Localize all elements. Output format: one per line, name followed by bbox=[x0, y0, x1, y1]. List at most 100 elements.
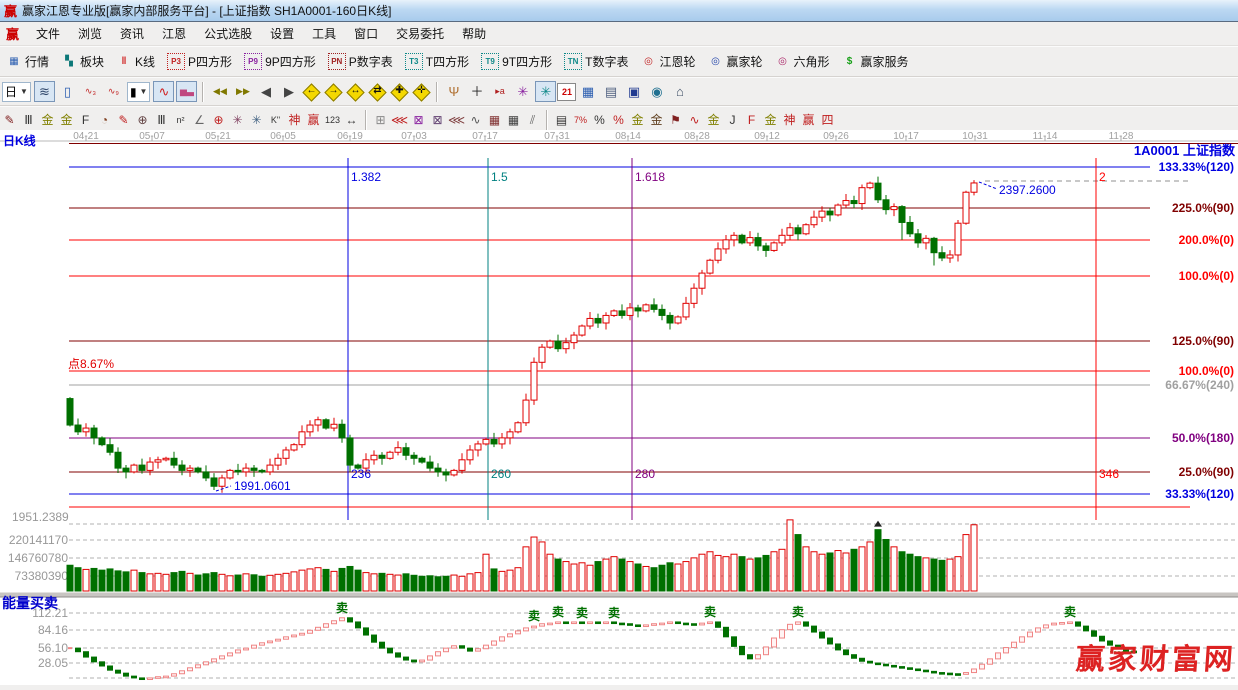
zoom-in-button[interactable]: ✛ bbox=[411, 82, 431, 102]
ray-box-tool[interactable]: ⊠ bbox=[410, 111, 428, 130]
box-grid-tool[interactable]: ⊞ bbox=[372, 111, 390, 130]
spiral-tool[interactable]: ◔ bbox=[96, 111, 114, 130]
menu-item-5[interactable]: 设置 bbox=[261, 25, 303, 43]
fan-rays-tool[interactable]: ⋘ bbox=[391, 111, 409, 130]
angle-tool[interactable]: ∠ bbox=[191, 111, 209, 130]
zigzag-icon[interactable]: ∿ bbox=[153, 81, 174, 102]
f-angle-tool[interactable]: F bbox=[743, 111, 761, 130]
compass-tool[interactable]: ⊕ bbox=[210, 111, 228, 130]
menu-item-8[interactable]: 交易委托 bbox=[387, 25, 453, 43]
scroll-left-button[interactable]: ← bbox=[301, 82, 321, 102]
candle-style-dropdown[interactable]: ▮▼ bbox=[127, 82, 151, 102]
notes-button[interactable]: ▤ bbox=[600, 81, 621, 102]
export-button[interactable]: ◉ bbox=[646, 81, 667, 102]
percent-tool[interactable]: % bbox=[591, 111, 609, 130]
calculator-button[interactable]: ▦ bbox=[577, 81, 598, 102]
toolbar-button-p-number-table[interactable]: PNP数字表 bbox=[322, 50, 399, 74]
toolbar-button-p-square[interactable]: P3P四方形 bbox=[161, 50, 238, 74]
web-tool[interactable]: ✳ bbox=[248, 111, 266, 130]
time-grid-tool[interactable]: Ⅲ bbox=[20, 111, 38, 130]
wave9-icon[interactable]: ∿₉ bbox=[103, 81, 124, 102]
gold-angle-tool[interactable]: 金 bbox=[762, 111, 780, 130]
hand-tool[interactable]: Ψ bbox=[443, 81, 464, 102]
percent-dash-tool[interactable]: % bbox=[610, 111, 628, 130]
toolbar-button-hexagon[interactable]: ◎六角形 bbox=[769, 50, 836, 74]
band-tool[interactable]: ∿ bbox=[686, 111, 704, 130]
gann-brain-tool[interactable]: ✳ bbox=[535, 81, 556, 102]
shen-grid-tool[interactable]: 神 bbox=[286, 111, 304, 130]
period-dropdown[interactable]: 日▼ bbox=[2, 82, 31, 102]
menu-item-4[interactable]: 公式选股 bbox=[195, 25, 261, 43]
toolbar-button-9p-square[interactable]: P99P四方形 bbox=[238, 50, 322, 74]
red-pen-tool[interactable]: ✎ bbox=[115, 111, 133, 130]
spider-tool[interactable]: ✳ bbox=[229, 111, 247, 130]
menu-item-2[interactable]: 资讯 bbox=[111, 25, 153, 43]
zoom-out-button[interactable]: ✚ bbox=[389, 82, 409, 102]
percent-line-tool[interactable]: 7% bbox=[572, 111, 590, 130]
j-angle-tool[interactable]: J bbox=[724, 111, 742, 130]
menu-item-1[interactable]: 浏览 bbox=[69, 25, 111, 43]
rays2-tool[interactable]: ⋘ bbox=[448, 111, 466, 130]
count-ruler-tool[interactable]: 123 bbox=[324, 111, 342, 130]
gold-band-tool[interactable]: 金 bbox=[705, 111, 723, 130]
menu-item-7[interactable]: 窗口 bbox=[345, 25, 387, 43]
flag-tool[interactable]: ⚑ bbox=[667, 111, 685, 130]
gold-circle-tool[interactable]: 金 bbox=[629, 111, 647, 130]
system-button[interactable]: ⌂ bbox=[669, 81, 690, 102]
fib-grid-tool[interactable]: F bbox=[77, 111, 95, 130]
wave3-icon[interactable]: ∿₃ bbox=[80, 81, 101, 102]
menu-item-3[interactable]: 江恩 bbox=[153, 25, 195, 43]
chart-area[interactable]: 04-2105-0705-2106-0506-1907-0307-1707-31… bbox=[0, 130, 1238, 685]
toolbar-button-quotes[interactable]: ▦行情 bbox=[0, 50, 55, 74]
toolbar-button-sectors[interactable]: ▚板块 bbox=[55, 50, 110, 74]
win-angle-tool[interactable]: 赢 bbox=[800, 111, 818, 130]
svg-text:10-17: 10-17 bbox=[893, 131, 919, 142]
scroll-right-button[interactable]: → bbox=[323, 82, 343, 102]
toolbar-button-t-square[interactable]: T3T四方形 bbox=[399, 50, 475, 74]
report-icon[interactable]: ▯ bbox=[57, 81, 78, 102]
toolbar-button-winner-wheel[interactable]: ◎赢家轮 bbox=[701, 50, 768, 74]
gold-grid2-tool[interactable]: 金 bbox=[58, 111, 76, 130]
pen-tool[interactable]: ✎ bbox=[1, 111, 19, 130]
toolbar-button-t-number-table[interactable]: TNT数字表 bbox=[558, 50, 634, 74]
compress-horizontal-button[interactable]: ⇄ bbox=[367, 82, 387, 102]
shen-angle-tool[interactable]: 神 bbox=[781, 111, 799, 130]
fractal-icon[interactable]: ≋ bbox=[34, 81, 55, 102]
circle-cross-tool[interactable]: ⊕ bbox=[134, 111, 152, 130]
fill-grid-tool[interactable]: ▦ bbox=[486, 111, 504, 130]
save-button[interactable]: ▣ bbox=[623, 81, 644, 102]
toolbar-button-kline[interactable]: ‖K线 bbox=[110, 50, 161, 74]
step-forward-button[interactable]: ▶ bbox=[278, 81, 299, 102]
level-bars-tool[interactable]: ▤ bbox=[553, 111, 571, 130]
histogram-icon[interactable]: ▅▃ bbox=[176, 81, 197, 102]
win-grid-tool[interactable]: 赢 bbox=[305, 111, 323, 130]
n-square-tool[interactable]: n² bbox=[172, 111, 190, 130]
toolbar-button-gann-wheel[interactable]: ◎江恩轮 bbox=[634, 50, 701, 74]
annotate-tool[interactable]: ▸a bbox=[489, 81, 510, 102]
gold-grid-tool[interactable]: 金 bbox=[39, 111, 57, 130]
expand-horizontal-button[interactable]: ↔ bbox=[345, 82, 365, 102]
slash-lines-tool[interactable]: ⫽ bbox=[524, 111, 542, 130]
fill-grid2-tool[interactable]: ▦ bbox=[505, 111, 523, 130]
skip-end-button[interactable]: ▶▶ bbox=[232, 81, 253, 102]
k-mark-tool[interactable]: K" bbox=[267, 111, 285, 130]
cycle-wave-tool[interactable]: ∿ bbox=[467, 111, 485, 130]
svg-text:220141170: 220141170 bbox=[9, 533, 69, 547]
four-angle-tool[interactable]: 四 bbox=[819, 111, 837, 130]
gold-bars-tool[interactable]: 金 bbox=[648, 111, 666, 130]
menu-item-9[interactable]: 帮助 bbox=[453, 25, 495, 43]
toolbar-button-9t-square[interactable]: T99T四方形 bbox=[475, 50, 558, 74]
symbol-label: 1A0001 上证指数 bbox=[1134, 140, 1235, 159]
crosshair-tool[interactable]: ＋ bbox=[466, 81, 487, 102]
calendar-button[interactable]: 21 bbox=[557, 83, 576, 101]
chart-canvas[interactable]: 04-2105-0705-2106-0506-1907-0307-1707-31… bbox=[0, 130, 1238, 685]
comb-tool[interactable]: Ⅲ bbox=[153, 111, 171, 130]
menu-item-6[interactable]: 工具 bbox=[303, 25, 345, 43]
pattern-tool[interactable]: ✳ bbox=[512, 81, 533, 102]
toolbar-button-winner-service[interactable]: $赢家服务 bbox=[836, 50, 915, 74]
step-back-button[interactable]: ◀ bbox=[255, 81, 276, 102]
measure-tool[interactable]: ↔ bbox=[343, 111, 361, 130]
web-box-tool[interactable]: ⊠ bbox=[429, 111, 447, 130]
menu-item-0[interactable]: 文件 bbox=[27, 25, 69, 43]
skip-start-button[interactable]: ◀◀ bbox=[209, 81, 230, 102]
